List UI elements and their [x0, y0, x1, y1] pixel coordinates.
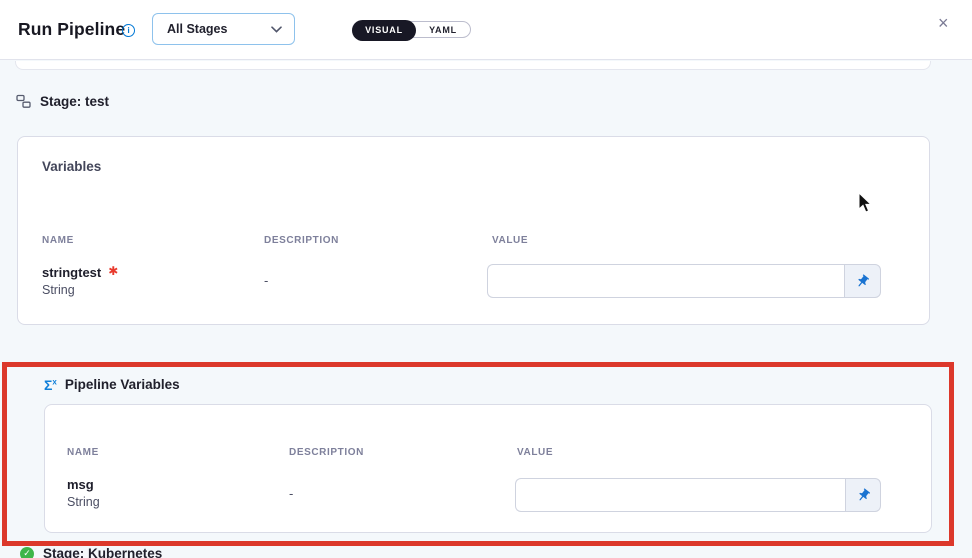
stage-test-header: Stage: test — [16, 94, 109, 109]
toggle-yaml[interactable]: YAML — [417, 22, 469, 37]
chevron-down-icon — [271, 26, 282, 33]
required-icon: ✱ — [108, 264, 118, 278]
toggle-visual[interactable]: VISUAL — [352, 20, 416, 41]
column-header-name: NAME — [67, 447, 99, 458]
stage-test-title: Stage: test — [40, 94, 109, 109]
dialog-header: Run Pipeline i All Stages VISUAL YAML × — [0, 0, 972, 60]
stage-icon — [16, 94, 31, 109]
stage-filter-value: All Stages — [167, 22, 227, 36]
visual-yaml-toggle: VISUAL YAML — [352, 21, 471, 38]
variables-panel: Variables NAME DESCRIPTION VALUE stringt… — [17, 136, 930, 325]
pin-button[interactable] — [845, 478, 881, 512]
variable-type: String — [67, 495, 100, 509]
variable-name: msg — [67, 477, 94, 492]
column-header-description: DESCRIPTION — [264, 235, 339, 246]
pin-icon — [852, 484, 873, 505]
run-pipeline-dialog: Run Pipeline i All Stages VISUAL YAML × … — [0, 0, 972, 558]
stringtest-value-input[interactable] — [487, 264, 844, 298]
variable-description: - — [264, 273, 268, 288]
close-icon[interactable]: × — [938, 14, 949, 32]
variable-type: String — [42, 283, 75, 297]
pipeline-variables-panel: NAME DESCRIPTION VALUE msg String - — [44, 404, 932, 533]
pin-icon — [852, 270, 873, 291]
variables-panel-title: Variables — [42, 159, 101, 174]
column-header-value: VALUE — [492, 235, 528, 246]
variable-description: - — [289, 486, 293, 501]
column-header-description: DESCRIPTION — [289, 447, 364, 458]
scrolled-panel-remnant — [15, 61, 931, 70]
pin-button[interactable] — [844, 264, 881, 298]
value-input-group — [487, 264, 881, 298]
stage-filter-select[interactable]: All Stages — [152, 13, 295, 45]
page-title: Run Pipeline — [18, 19, 125, 40]
pipeline-variables-title: Pipeline Variables — [65, 377, 180, 392]
sigma-icon: Σx — [44, 378, 57, 392]
msg-value-input[interactable] — [515, 478, 845, 512]
pipeline-variables-header: Σx Pipeline Variables — [44, 377, 180, 392]
column-header-value: VALUE — [517, 447, 553, 458]
column-header-name: NAME — [42, 235, 74, 246]
check-circle-icon: ✓ — [20, 547, 34, 558]
value-input-group — [515, 478, 881, 512]
variable-name: stringtest — [42, 265, 101, 280]
stage-kubernetes-title: Stage: Kubernetes — [43, 546, 162, 558]
stage-kubernetes-header: ✓ Stage: Kubernetes — [20, 546, 162, 558]
info-icon[interactable]: i — [122, 24, 135, 37]
